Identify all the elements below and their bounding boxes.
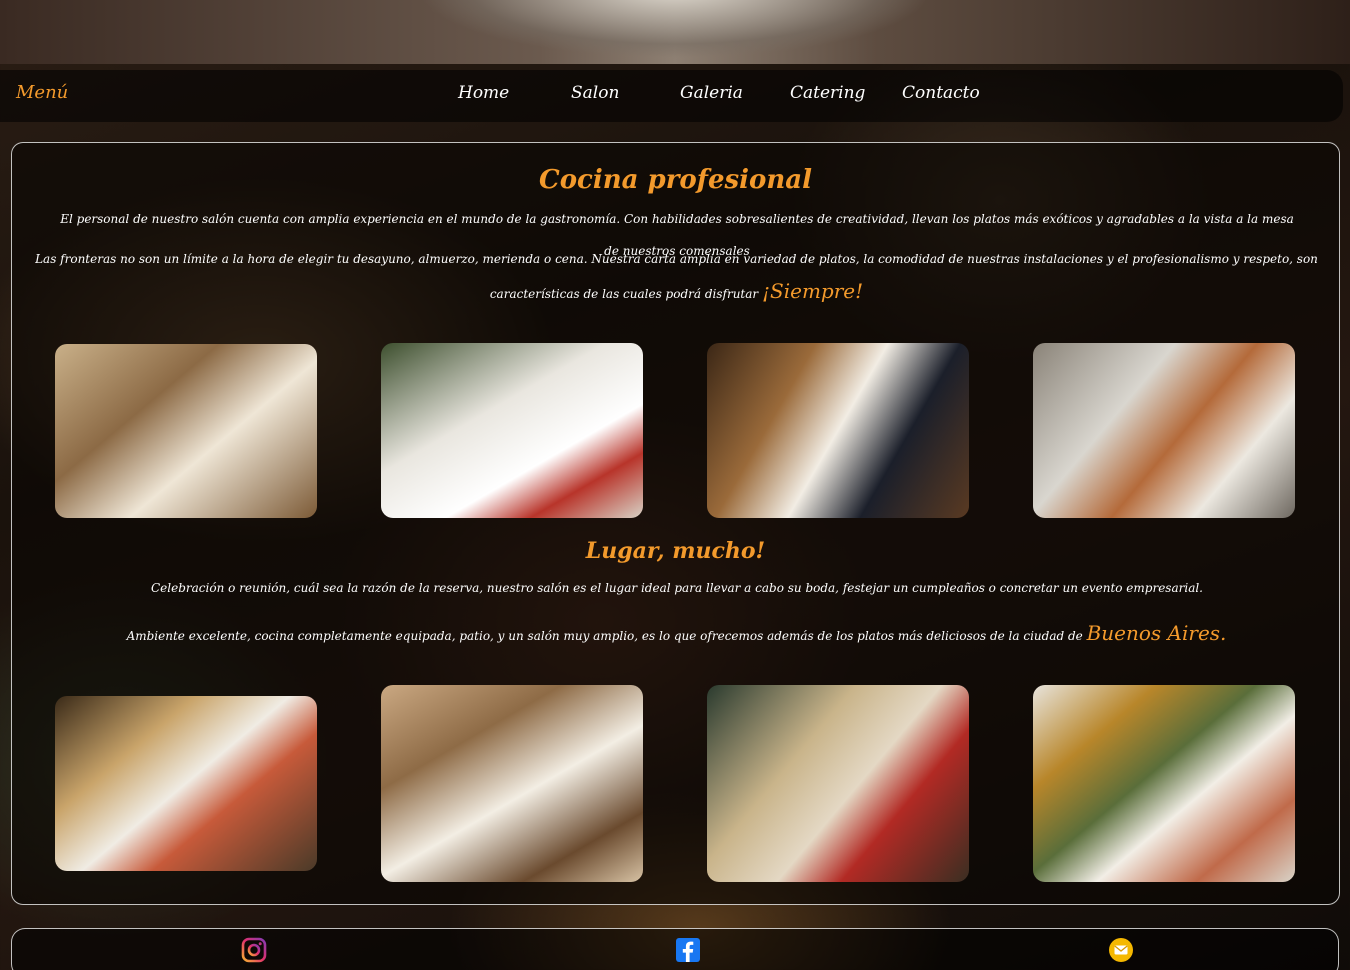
nav-link-home[interactable]: Home [458, 83, 509, 103]
nav-link-contacto[interactable]: Contacto [902, 83, 980, 103]
lugar-paragraph-1: Celebración o reunión, cuál sea la razón… [150, 581, 1203, 595]
section-title-cocina: Cocina profesional [539, 165, 812, 195]
main-content-panel: Cocina profesional El personal de nuestr… [11, 142, 1340, 905]
menu-brand[interactable]: Menú [16, 82, 68, 103]
nav-link-salon[interactable]: Salon [571, 83, 619, 103]
buenos-aires-accent: Buenos Aires. [1086, 621, 1227, 645]
nav-link-galeria[interactable]: Galeria [680, 83, 743, 103]
footer [11, 928, 1339, 970]
gallery-photo-waiter-serving [707, 343, 969, 518]
gallery-photo-table-setting [381, 343, 643, 518]
lugar-paragraph-2: Ambiente excelente, cocina completamente… [24, 617, 1329, 652]
email-icon[interactable] [1108, 937, 1134, 963]
header-photo [0, 0, 1350, 64]
gallery-photo-seafood-buffet [1033, 685, 1295, 882]
facebook-icon[interactable] [675, 937, 701, 963]
instagram-icon[interactable] [241, 937, 267, 963]
siempre-accent: ¡Siempre! [761, 279, 864, 303]
cocina-paragraph-2-text: Las fronteras no son un límite a la hora… [35, 252, 1318, 301]
gallery-photo-dining-room [707, 685, 969, 882]
gallery-photo-dining-hall [381, 685, 643, 882]
lugar-paragraph-2-text: Ambiente excelente, cocina completamente… [126, 629, 1083, 643]
gallery-photo-restaurant-buffet [55, 344, 317, 518]
cocina-paragraph-2: Las fronteras no son un límite a la hora… [24, 243, 1329, 310]
gallery-photo-catering-platters [55, 696, 317, 871]
nav-link-catering[interactable]: Catering [790, 83, 865, 103]
section-title-lugar: Lugar, mucho! [585, 538, 766, 564]
gallery-photo-buffet-spread [1033, 343, 1295, 518]
navbar: Menú Home Salon Galeria Catering Contact… [0, 70, 1343, 122]
